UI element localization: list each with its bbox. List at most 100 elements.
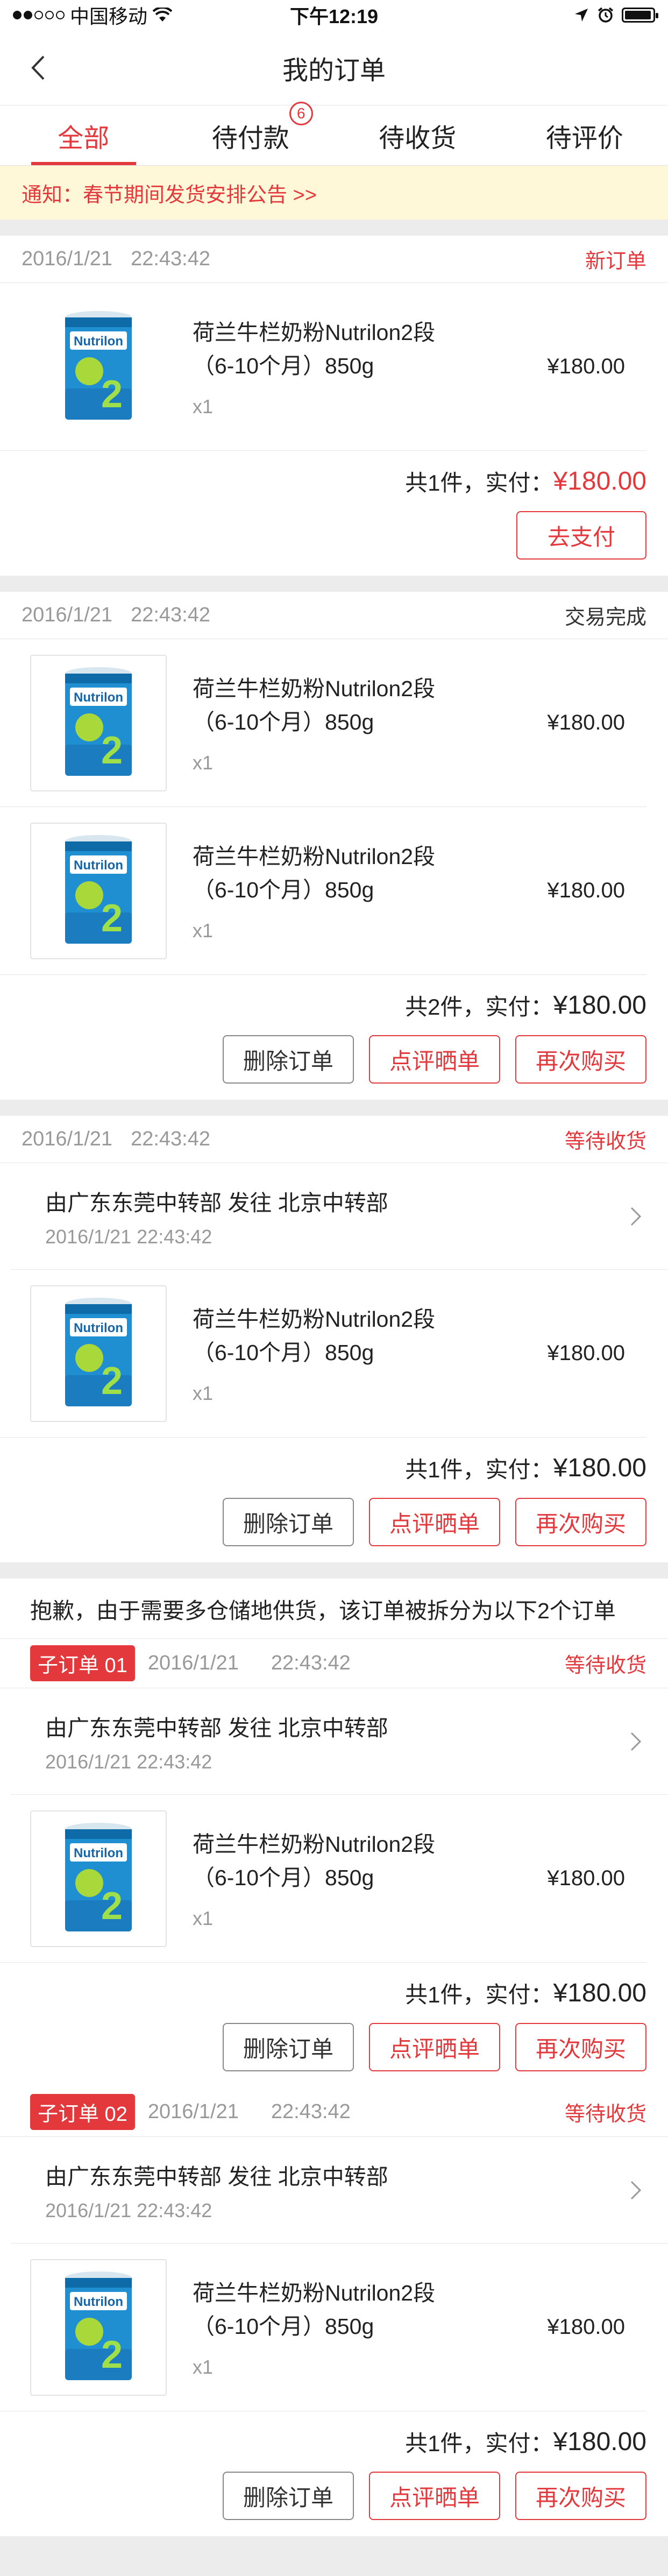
order-time: 22:43:42	[131, 604, 210, 626]
order-total: ¥180.00	[553, 2427, 646, 2456]
rebuy-button[interactable]: 再次购买	[515, 2472, 646, 2520]
tab-all[interactable]: 全部	[0, 105, 167, 165]
logistics-row[interactable]: 由广东东莞中转部 发往 北京中转部 2016/1/21 22:43:42	[11, 1688, 668, 1795]
tab-label: 待付款	[211, 124, 289, 153]
summary-label: 共1件，实付：	[405, 2430, 553, 2456]
rebuy-button[interactable]: 再次购买	[515, 1498, 646, 1546]
review-button[interactable]: 点评晒单	[368, 2472, 500, 2520]
svg-text:Nutrilon: Nutrilon	[74, 690, 123, 705]
sub-order-date: 2016/1/21	[147, 2100, 239, 2123]
status-badge: 等待收货	[564, 1654, 646, 1677]
svg-text:Nutrilon: Nutrilon	[74, 1321, 123, 1335]
product-info: 荷兰牛栏奶粉Nutrilon2段 （6-10个月）850g x1	[193, 672, 536, 774]
product-row[interactable]: Nutrilon 2 荷兰牛栏奶粉Nutrilon2段 （6-10个月）850g…	[0, 807, 646, 975]
product-quantity: x1	[193, 751, 214, 774]
product-price: ¥180.00	[547, 711, 625, 734]
svg-text:Nutrilon: Nutrilon	[74, 334, 123, 349]
tab-label: 待评价	[545, 124, 623, 153]
order-card: 2016/1/21 22:43:42 等待收货 由广东东莞中转部 发往 北京中转部…	[0, 1116, 668, 1562]
product-row[interactable]: Nutrilon 2 荷兰牛栏奶粉Nutrilon2段 （6-10个月）850g…	[0, 283, 646, 451]
tab-label: 全部	[58, 124, 110, 153]
tab-pending-review[interactable]: 待评价	[501, 105, 668, 165]
product-name-line1: 荷兰牛栏奶粉Nutrilon2段	[193, 320, 436, 345]
review-button[interactable]: 点评晒单	[368, 2023, 500, 2071]
tab-pending-receipt[interactable]: 待收货	[334, 105, 501, 165]
product-image: Nutrilon 2	[30, 1285, 167, 1422]
delete-order-button[interactable]: 删除订单	[222, 1498, 354, 1546]
order-summary: 共1件，实付： ¥180.00	[0, 2411, 668, 2472]
sub-order-time: 22:43:42	[271, 1652, 351, 1674]
svg-text:2: 2	[101, 2333, 123, 2376]
logistics-info: 由广东东莞中转部 发往 北京中转部 2016/1/21 22:43:42	[45, 1710, 625, 1773]
product-quantity: x1	[193, 919, 214, 942]
tab-label-wrap: 待付款 6	[211, 101, 313, 154]
product-row[interactable]: Nutrilon 2 荷兰牛栏奶粉Nutrilon2段 （6-10个月）850g…	[0, 1795, 646, 1963]
product-row[interactable]: Nutrilon 2 荷兰牛栏奶粉Nutrilon2段 （6-10个月）850g…	[0, 639, 646, 807]
logistics-row[interactable]: 由广东东莞中转部 发往 北京中转部 2016/1/21 22:43:42	[11, 2137, 668, 2244]
delete-order-button[interactable]: 删除订单	[222, 2472, 354, 2520]
order-actions: 删除订单 点评晒单 再次购买	[0, 2023, 668, 2087]
product-name-line1: 荷兰牛栏奶粉Nutrilon2段	[193, 1831, 436, 1857]
notice-banner[interactable]: 通知：春节期间发货安排公告 >>	[0, 166, 668, 220]
order-date: 2016/1/21	[22, 247, 113, 270]
svg-text:Nutrilon: Nutrilon	[74, 2295, 123, 2309]
product-row[interactable]: Nutrilon 2 荷兰牛栏奶粉Nutrilon2段 （6-10个月）850g…	[0, 1270, 646, 1438]
sub-order-header: 子订单 01 2016/1/21 22:43:42 等待收货	[0, 1639, 668, 1688]
rebuy-button[interactable]: 再次购买	[515, 1035, 646, 1084]
battery-icon	[622, 8, 658, 23]
review-button[interactable]: 点评晒单	[368, 1498, 500, 1546]
product-info: 荷兰牛栏奶粉Nutrilon2段 （6-10个月）850g x1	[193, 1828, 536, 1930]
pay-button[interactable]: 去支付	[516, 511, 646, 560]
chevron-right-icon	[625, 1206, 646, 1227]
status-left: 中国移动	[13, 1, 173, 29]
order-card: 2016/1/21 22:43:42 交易完成 Nutrilon 2 荷兰牛栏奶粉…	[0, 592, 668, 1100]
product-price: ¥180.00	[547, 1866, 625, 1890]
back-button[interactable]	[22, 52, 54, 84]
status-bar: 中国移动 下午12:19	[0, 0, 668, 30]
order-actions: 删除订单 点评晒单 再次购买	[0, 1498, 668, 1562]
order-actions: 删除订单 点评晒单 再次购买	[0, 1035, 668, 1100]
summary-label: 共1件，实付：	[405, 1981, 553, 2007]
product-quantity: x1	[193, 1382, 214, 1404]
product-image: Nutrilon 2	[30, 2259, 167, 2396]
product-price: ¥180.00	[547, 1341, 625, 1365]
product-info: 荷兰牛栏奶粉Nutrilon2段 （6-10个月）850g x1	[193, 840, 536, 942]
summary-label: 共2件，实付：	[405, 994, 553, 1020]
svg-text:2: 2	[101, 1885, 123, 1928]
order-total: ¥180.00	[553, 466, 646, 496]
delete-order-button[interactable]: 删除订单	[222, 2023, 354, 2071]
rebuy-button[interactable]: 再次购买	[515, 2023, 646, 2071]
product-name-line1: 荷兰牛栏奶粉Nutrilon2段	[193, 676, 436, 701]
order-date: 2016/1/21	[22, 1128, 113, 1150]
delete-order-button[interactable]: 删除订单	[222, 1035, 354, 1084]
tab-pending-payment[interactable]: 待付款 6	[167, 101, 335, 165]
product-image: Nutrilon 2	[30, 822, 167, 959]
product-price: ¥180.00	[547, 879, 625, 902]
product-name-line1: 荷兰牛栏奶粉Nutrilon2段	[193, 844, 436, 869]
status-badge: 新订单	[585, 250, 646, 273]
product-name-line2: （6-10个月）850g	[193, 2313, 374, 2339]
sub-order-tag: 子订单 02	[30, 2094, 135, 2130]
order-datetime: 2016/1/21 22:43:42	[22, 247, 210, 271]
alarm-icon	[598, 7, 614, 23]
order-datetime: 2016/1/21 22:43:42	[22, 1128, 210, 1151]
sub-order-time: 22:43:42	[271, 2100, 351, 2123]
page-title: 我的订单	[282, 56, 386, 85]
order-time: 22:43:42	[131, 1128, 210, 1150]
review-button[interactable]: 点评晒单	[368, 1035, 500, 1084]
svg-text:Nutrilon: Nutrilon	[74, 1846, 123, 1860]
chevron-right-icon	[625, 1731, 646, 1752]
location-arrow-icon	[575, 9, 588, 22]
svg-text:2: 2	[101, 729, 123, 772]
product-name-line2: （6-10个月）850g	[193, 709, 374, 734]
logistics-row[interactable]: 由广东东莞中转部 发往 北京中转部 2016/1/21 22:43:42	[11, 1163, 668, 1270]
status-badge: 等待收货	[564, 2103, 646, 2126]
order-actions: 去支付	[0, 511, 668, 576]
nav-bar: 我的订单	[0, 30, 668, 105]
tab-label: 待收货	[379, 124, 457, 153]
product-image: Nutrilon 2	[30, 298, 167, 435]
product-quantity: x1	[193, 1907, 214, 1929]
product-price: ¥180.00	[547, 2315, 625, 2339]
order-total: ¥180.00	[553, 1978, 646, 2007]
product-row[interactable]: Nutrilon 2 荷兰牛栏奶粉Nutrilon2段 （6-10个月）850g…	[0, 2244, 646, 2411]
